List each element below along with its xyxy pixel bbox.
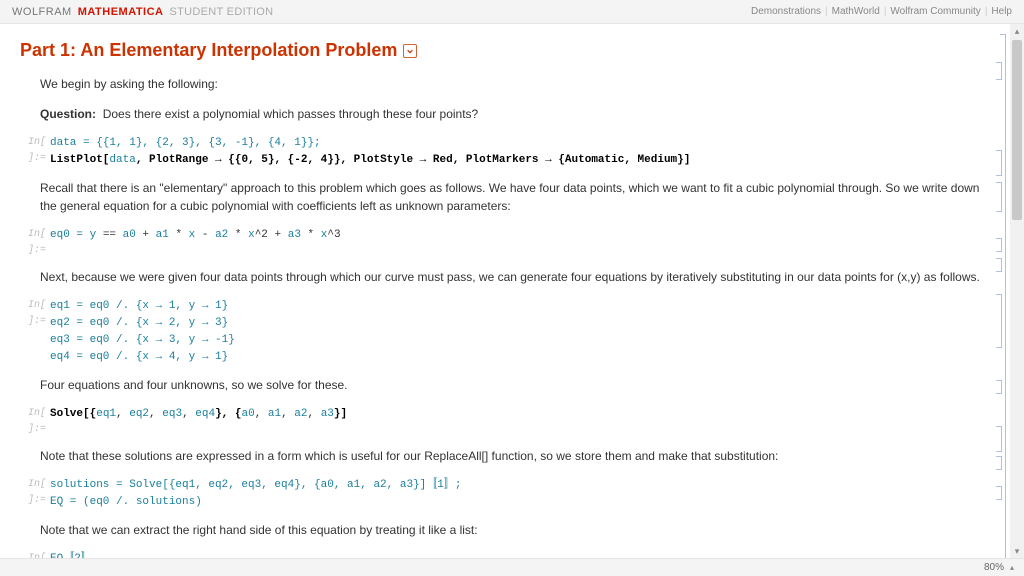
vertical-scrollbar[interactable]: ▴ ▾ xyxy=(1010,24,1024,558)
code-solutions[interactable]: In[ ]:= solutions = Solve[{eq1, eq2, eq3… xyxy=(20,477,990,511)
question-label: Question: xyxy=(40,107,96,121)
text-note-solutions: Note that these solutions are expressed … xyxy=(40,447,990,465)
question-body: Does there exist a polynomial which pass… xyxy=(103,107,479,121)
link-community[interactable]: Wolfram Community xyxy=(890,6,980,17)
cell-brackets xyxy=(998,34,1006,554)
text-recall: Recall that there is an "elementary" app… xyxy=(40,179,990,215)
brand-mathematica: MATHEMATICA xyxy=(78,6,164,18)
link-mathworld[interactable]: MathWorld xyxy=(832,6,880,17)
text-intro: We begin by asking the following: xyxy=(40,75,990,93)
scroll-thumb[interactable] xyxy=(1012,40,1022,220)
text-question: Question: Does there exist a polynomial … xyxy=(40,105,990,123)
text-four: Four equations and four unknowns, so we … xyxy=(40,376,990,394)
code-data-listplot[interactable]: In[ ]:= data = {{1, 1}, {2, 3}, {3, -1},… xyxy=(20,135,990,169)
top-bar: WOLFRAM MATHEMATICA STUDENT EDITION Demo… xyxy=(0,0,1024,24)
brand-wolfram: WOLFRAM xyxy=(12,6,72,18)
section-heading[interactable]: Part 1: An Elementary Interpolation Prob… xyxy=(20,40,990,61)
code-solve[interactable]: In[ ]:= Solve[{eq1, eq2, eq3, eq4}, {a0,… xyxy=(20,406,990,437)
scroll-down-icon[interactable]: ▾ xyxy=(1010,544,1024,558)
section-toggle-icon[interactable] xyxy=(403,44,417,58)
zoom-menu-icon[interactable]: ▴ xyxy=(1010,563,1014,572)
link-demonstrations[interactable]: Demonstrations xyxy=(751,6,821,17)
code-eq1to4[interactable]: In[ ]:= eq1 = eq0 /. {x → 1, y → 1} eq2 … xyxy=(20,298,990,366)
code-eq-part[interactable]: In[ ]:= EQ〚2〛 xyxy=(20,551,990,558)
text-next: Next, because we were given four data po… xyxy=(40,268,990,286)
in-label: In[ ]:= xyxy=(20,227,46,258)
link-help[interactable]: Help xyxy=(991,6,1012,17)
notebook-content: Part 1: An Elementary Interpolation Prob… xyxy=(0,24,1010,558)
zoom-level[interactable]: 80% xyxy=(984,562,1004,573)
code-eq0[interactable]: In[ ]:= eq0 = y == a0 + a1 * x - a2 * x^… xyxy=(20,227,990,258)
status-bar: 80% ▴ xyxy=(0,558,1024,576)
in-label: In[ ]:= xyxy=(20,298,46,366)
scroll-up-icon[interactable]: ▴ xyxy=(1010,24,1024,38)
section-title-text: Part 1: An Elementary Interpolation Prob… xyxy=(20,40,397,61)
brand: WOLFRAM MATHEMATICA STUDENT EDITION xyxy=(12,6,273,18)
in-label: In[ ]:= xyxy=(20,551,46,558)
top-links: Demonstrations | MathWorld | Wolfram Com… xyxy=(751,6,1012,17)
in-label: In[ ]:= xyxy=(20,135,46,169)
in-label: In[ ]:= xyxy=(20,477,46,511)
in-label: In[ ]:= xyxy=(20,406,46,437)
brand-edition: STUDENT EDITION xyxy=(169,6,273,18)
text-note-extract: Note that we can extract the right hand … xyxy=(40,521,990,539)
